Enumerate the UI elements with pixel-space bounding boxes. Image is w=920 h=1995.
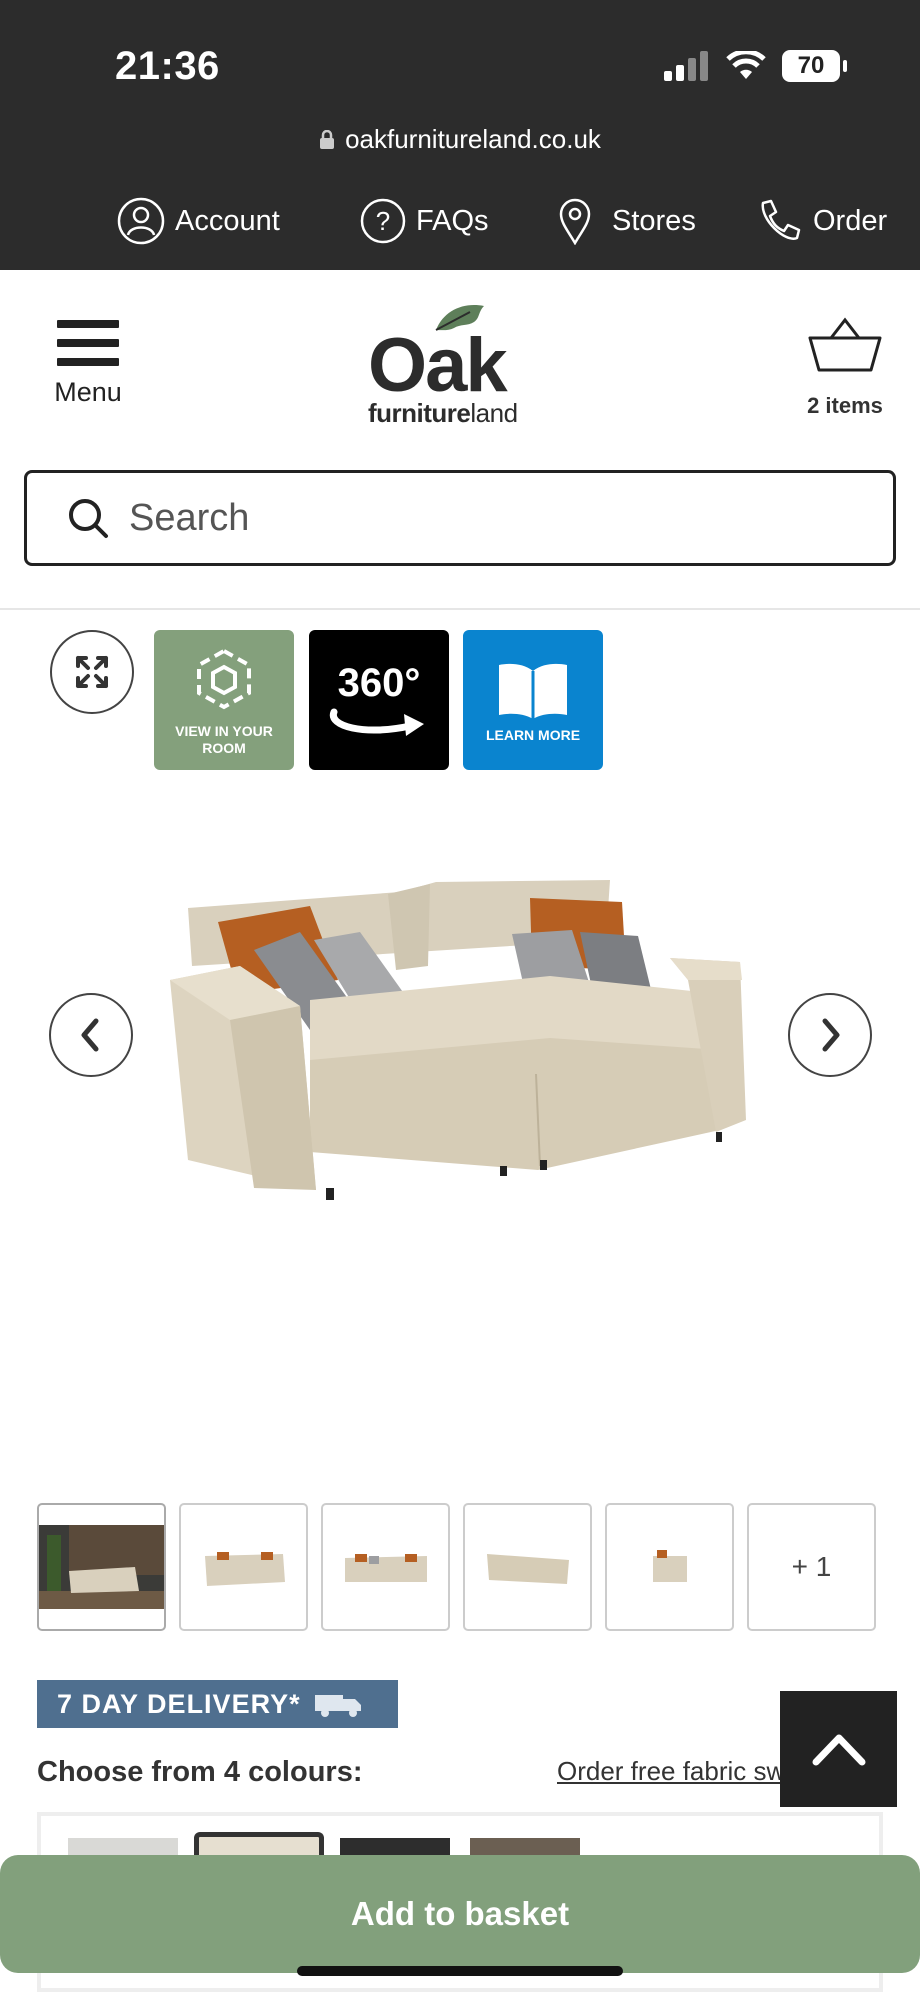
chevron-left-icon — [81, 1018, 99, 1052]
question-icon: ? — [360, 198, 406, 244]
expand-icon — [76, 656, 108, 688]
stores-label: Stores — [612, 204, 696, 237]
more-images-count: + 1 — [791, 1551, 832, 1582]
spin-360-label: 360° — [337, 660, 421, 705]
next-image-button[interactable] — [788, 993, 872, 1077]
account-link[interactable]: Account — [117, 197, 280, 245]
lock-icon — [320, 129, 335, 149]
status-icons: 70 — [664, 50, 847, 82]
order-swatches-link[interactable]: Order free fabric swatches — [557, 1756, 787, 1787]
top-bar: 21:36 70 oakfurnitureland.co.uk Account … — [0, 0, 920, 270]
open-book-icon — [499, 663, 567, 719]
search-placeholder: Search — [129, 496, 250, 539]
faqs-label: FAQs — [416, 204, 489, 237]
order-label: Order — [813, 204, 888, 237]
basket-count: 2 items — [807, 393, 883, 418]
colours-title: Choose from 4 colours: — [37, 1756, 363, 1788]
logo-main: Oak — [368, 323, 508, 408]
location-pin-icon — [559, 198, 591, 245]
menu-button[interactable]: Menu — [40, 320, 136, 408]
back-to-top-button[interactable] — [780, 1691, 897, 1807]
faqs-link[interactable]: ? FAQs — [360, 198, 489, 244]
logo-sub-bold: furniture — [368, 398, 471, 428]
previous-image-button[interactable] — [49, 993, 133, 1077]
product-image — [170, 880, 746, 1200]
account-label: Account — [175, 204, 280, 237]
status-time: 21:36 — [115, 44, 220, 88]
url-text: oakfurnitureland.co.uk — [345, 124, 601, 154]
site-header: Menu Oak furnitureland 2 items Search — [0, 270, 920, 610]
delivery-badge: 7 DAY DELIVERY* — [37, 1680, 398, 1728]
search-input[interactable]: Search — [24, 470, 896, 566]
basket-icon — [808, 317, 882, 372]
battery-indicator: 70 — [782, 50, 847, 82]
delivery-truck-icon — [314, 1695, 361, 1717]
wifi-icon — [726, 51, 766, 79]
ar-cube-icon — [197, 648, 251, 710]
spin-360-button[interactable]: 360° — [309, 630, 449, 770]
product-page: 21:36 70 oakfurnitureland.co.uk Account … — [0, 0, 920, 1995]
add-to-basket-button[interactable]: Add to basket — [0, 1855, 920, 1973]
sofa-thumbnail-image — [204, 1552, 285, 1586]
basket-button[interactable]: 2 items — [790, 316, 900, 419]
chevron-up-icon — [812, 1734, 865, 1766]
logo-subtitle: furnitureland — [368, 398, 518, 429]
view-in-room-button[interactable]: VIEW IN YOUR ROOM — [154, 630, 294, 770]
sofa-thumbnail-image — [652, 1550, 687, 1582]
rotate-arrow-icon — [329, 708, 424, 736]
learn-more-label: LEARN MORE — [485, 726, 581, 743]
search-icon — [69, 499, 108, 538]
home-indicator — [297, 1966, 623, 1976]
delivery-badge-label: 7 DAY DELIVERY* — [57, 1688, 301, 1719]
thumbnail-side[interactable] — [605, 1503, 734, 1631]
expand-image-button[interactable] — [50, 630, 134, 714]
hamburger-icon — [40, 320, 136, 366]
signal-icon — [664, 51, 708, 81]
chevron-right-icon — [822, 1018, 840, 1052]
thumbnail-room-scene[interactable] — [37, 1503, 166, 1631]
stores-link[interactable]: Stores — [558, 197, 696, 245]
phone-icon — [761, 199, 801, 240]
sofa-thumbnail-image — [486, 1554, 569, 1584]
learn-more-button[interactable]: LEARN MORE — [463, 630, 603, 770]
menu-label: Menu — [54, 377, 122, 407]
thumbnail-front-2[interactable] — [321, 1503, 450, 1631]
user-icon — [117, 197, 165, 245]
thumbnail-more[interactable]: + 1 — [747, 1503, 876, 1631]
thumbnail-back[interactable] — [463, 1503, 592, 1631]
order-link[interactable]: Order — [755, 197, 887, 245]
thumbnail-strip: + 1 — [37, 1503, 876, 1631]
sofa-thumbnail-image — [344, 1554, 427, 1582]
url-bar[interactable]: oakfurnitureland.co.uk — [0, 124, 920, 155]
logo-sub-light: land — [470, 398, 518, 428]
utility-nav: Account ? FAQs Stores Order — [0, 195, 920, 247]
svg-text:?: ? — [376, 206, 390, 236]
site-logo[interactable]: Oak furnitureland — [360, 300, 560, 428]
view-in-room-label: VIEW IN YOUR ROOM — [175, 723, 273, 756]
room-thumbnail-image — [39, 1525, 164, 1609]
thumbnail-front[interactable] — [179, 1503, 308, 1631]
